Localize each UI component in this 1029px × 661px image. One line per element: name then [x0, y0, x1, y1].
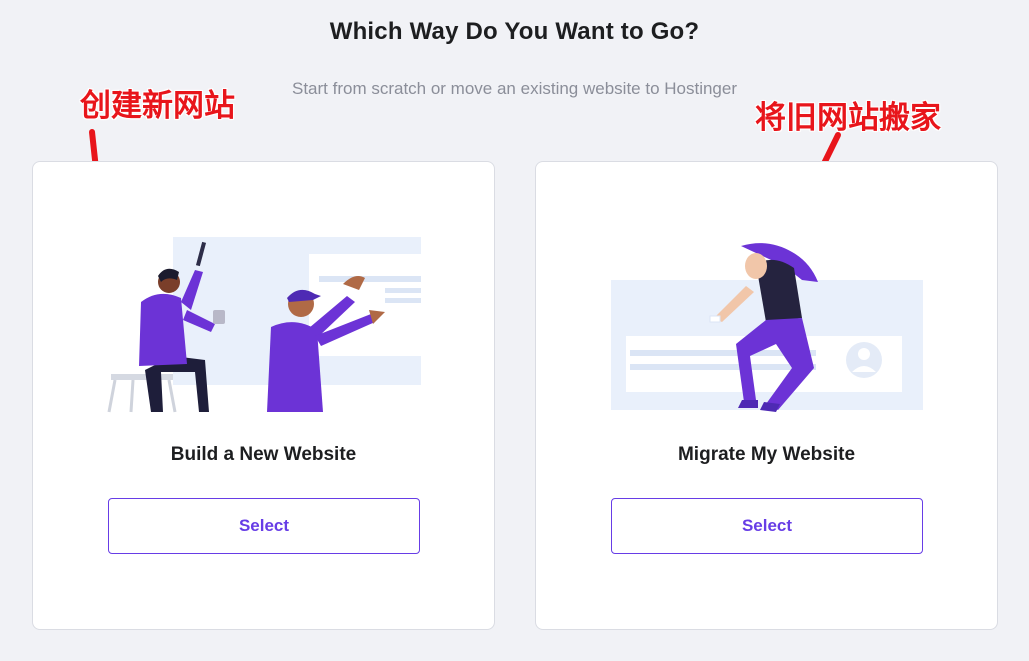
person-moving-website-illustration: [611, 243, 923, 412]
option-card-migrate[interactable]: Migrate My Website Select: [535, 161, 998, 630]
annotation-create-new-site: 创建新网站: [80, 88, 235, 124]
page-title: Which Way Do You Want to Go?: [329, 18, 700, 45]
builders-painting-illustration: [107, 237, 421, 413]
page: Which Way Do You Want to Go? Start from …: [0, 0, 1029, 661]
select-build-new-button[interactable]: Select: [108, 498, 420, 554]
select-migrate-button[interactable]: Select: [611, 498, 923, 554]
option-card-build-new[interactable]: Build a New Website Select: [32, 161, 495, 630]
option-title: Build a New Website: [170, 444, 357, 465]
option-title: Migrate My Website: [677, 444, 856, 465]
